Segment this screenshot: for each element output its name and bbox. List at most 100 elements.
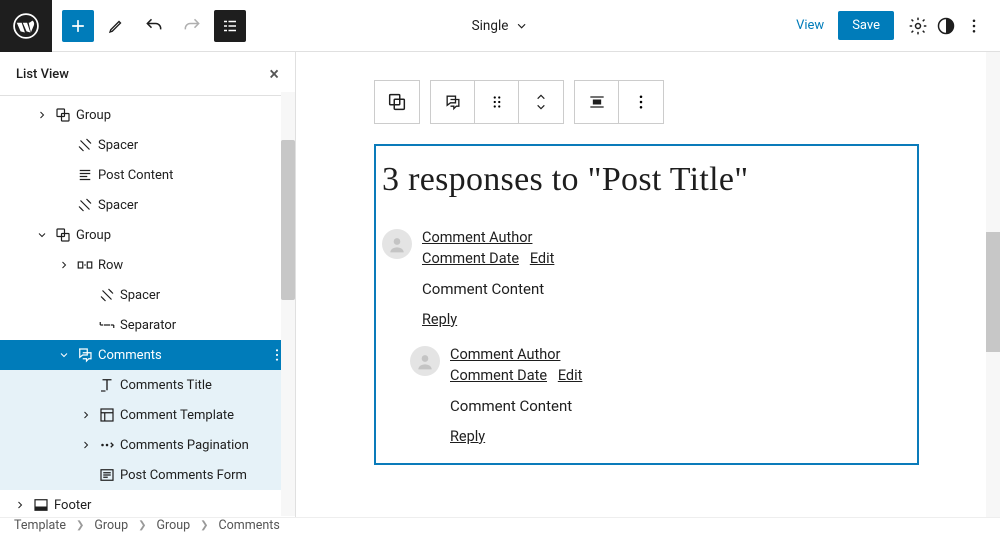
person-icon [415, 351, 435, 371]
comments-icon [443, 92, 463, 112]
save-button[interactable]: Save [838, 11, 894, 40]
tree-item-spacer[interactable]: Spacer [0, 280, 295, 310]
drag-handle[interactable] [475, 81, 519, 123]
editor-canvas: 3 responses to "Post Title" Comment Auth… [296, 52, 1000, 517]
tree-item-label: Group [74, 108, 111, 123]
comment-item: Comment Author Comment Date Edit Comment… [410, 346, 899, 445]
tree-item-label: Footer [52, 498, 91, 513]
comment-edit-link[interactable]: Edit [530, 250, 555, 267]
settings-button[interactable] [906, 14, 930, 38]
plus-icon [68, 16, 88, 36]
comment-author-link[interactable]: Comment Author [450, 346, 582, 363]
block-type-button[interactable] [431, 81, 475, 123]
caret-down-icon[interactable] [32, 229, 52, 241]
tree-item-comments-title[interactable]: Comments Title [0, 370, 295, 400]
wordpress-icon [13, 13, 39, 39]
tree-item-group[interactable]: Group [0, 100, 295, 130]
tree-item-label: Comments Pagination [118, 438, 249, 453]
tree-item-post-content[interactable]: Post Content [0, 160, 295, 190]
cpagination-icon [96, 436, 118, 454]
block-tree: Group Spacer Post Content Spacer Group Row Spa… [0, 96, 295, 517]
avatar [382, 229, 412, 259]
separator-icon [96, 316, 118, 334]
tree-item-label: Row [96, 258, 123, 273]
add-block-button[interactable] [62, 10, 94, 42]
comment-reply-link[interactable]: Reply [450, 428, 582, 445]
view-link[interactable]: View [786, 12, 834, 39]
tree-item-comments-pagination[interactable]: Comments Pagination [0, 430, 295, 460]
styles-button[interactable] [934, 14, 958, 38]
comment-date-link[interactable]: Comment Date [450, 367, 547, 384]
wp-logo[interactable] [0, 0, 52, 52]
tree-item-post-comments-form[interactable]: Post Comments Form [0, 460, 295, 490]
top-bar-right: View Save [786, 11, 1000, 40]
caret-right-icon[interactable] [10, 499, 30, 511]
tree-item-label: Spacer [118, 288, 160, 303]
tree-item-label: Spacer [96, 138, 138, 153]
tree-item-spacer[interactable]: Spacer [0, 130, 295, 160]
comment-author-link[interactable]: Comment Author [422, 229, 554, 246]
crumb-item[interactable]: Template [14, 518, 66, 533]
comment-item: Comment Author Comment Date Edit Comment… [382, 229, 899, 328]
block-options[interactable] [619, 81, 663, 123]
tree-item-label: Spacer [96, 198, 138, 213]
chevron-right-icon: ❯ [76, 520, 84, 531]
tree-item-comments[interactable]: Comments [0, 340, 295, 370]
list-view-header: List View × [0, 52, 295, 96]
list-view-title: List View [16, 67, 69, 82]
edit-mode-button[interactable] [100, 10, 132, 42]
comment-content: Comment Content [422, 280, 554, 298]
tree-item-label: Group [74, 228, 111, 243]
contrast-icon [936, 16, 956, 36]
caret-right-icon[interactable] [32, 109, 52, 121]
sidebar-scrollbar-thumb[interactable] [281, 140, 295, 300]
block-breadcrumb: Template❯Group❯Group❯Comments [0, 517, 1000, 535]
tree-item-separator[interactable]: Separator [0, 310, 295, 340]
undo-button[interactable] [138, 10, 170, 42]
cform-icon [96, 466, 118, 484]
comments-block-selected[interactable]: 3 responses to "Post Title" Comment Auth… [374, 144, 919, 465]
tree-item-label: Comments Title [118, 378, 212, 393]
redo-icon [182, 16, 202, 36]
move-up-down[interactable] [519, 81, 563, 123]
comments-title: 3 responses to "Post Title" [382, 160, 899, 201]
comment-date-link[interactable]: Comment Date [422, 250, 519, 267]
caret-right-icon[interactable] [76, 439, 96, 451]
close-list-view[interactable]: × [269, 64, 279, 85]
tree-item-label: Comment Template [118, 408, 234, 423]
tree-item-footer[interactable]: Footer [0, 490, 295, 517]
tree-item-spacer[interactable]: Spacer [0, 190, 295, 220]
gear-icon [908, 16, 928, 36]
more-vertical-icon [632, 93, 650, 111]
caret-right-icon[interactable] [54, 259, 74, 271]
tree-item-label: Comments [96, 348, 162, 363]
tree-item-label: Post Content [96, 168, 173, 183]
crumb-item[interactable]: Group [94, 518, 128, 533]
group-icon [386, 91, 408, 113]
list-view-toggle[interactable] [214, 10, 246, 42]
group-icon [52, 226, 74, 244]
select-parent-button[interactable] [375, 81, 419, 123]
more-vertical-icon [965, 17, 983, 35]
caret-down-icon[interactable] [54, 349, 74, 361]
comment-reply-link[interactable]: Reply [422, 311, 554, 328]
document-title-dropdown[interactable]: Single [472, 18, 529, 34]
tree-item-label: Post Comments Form [118, 468, 247, 483]
caret-right-icon[interactable] [76, 409, 96, 421]
crumb-item[interactable]: Group [156, 518, 190, 533]
editor-top-bar: Single View Save [0, 0, 1000, 52]
tree-item-row[interactable]: Row [0, 250, 295, 280]
comment-edit-link[interactable]: Edit [558, 367, 583, 384]
canvas-scrollbar-thumb[interactable] [986, 232, 1000, 352]
comments-icon [74, 346, 96, 364]
redo-button[interactable] [176, 10, 208, 42]
tree-item-comment-template[interactable]: Comment Template [0, 400, 295, 430]
align-button[interactable] [575, 81, 619, 123]
spacer-icon [74, 136, 96, 154]
align-icon [587, 92, 607, 112]
tree-item-group[interactable]: Group [0, 220, 295, 250]
options-button[interactable] [962, 14, 986, 38]
list-view-sidebar: List View × Group Spacer Post Content Space… [0, 52, 296, 517]
spacer-icon [96, 286, 118, 304]
crumb-item[interactable]: Comments [219, 518, 280, 533]
